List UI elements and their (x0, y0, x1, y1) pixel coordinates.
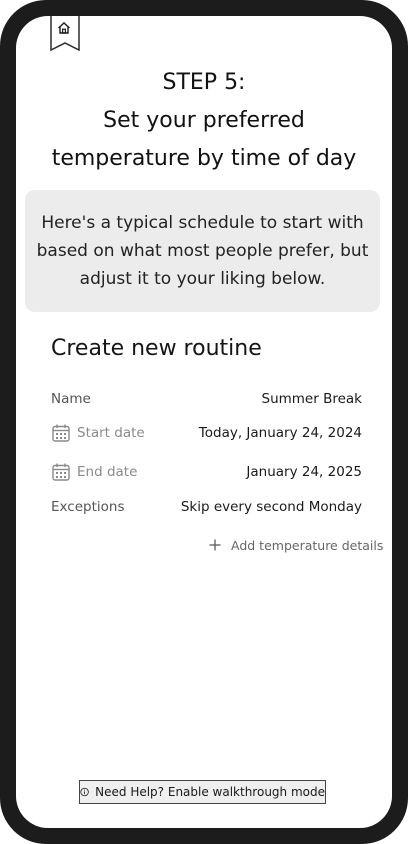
walkthrough-mode-label: Need Help? Enable walkthrough mode (95, 785, 325, 799)
intro-line-1: Here's a typical schedule to start with (41, 213, 364, 233)
exceptions-label: Exceptions (51, 499, 125, 515)
exceptions-value[interactable]: Skip every second Monday (181, 495, 362, 519)
name-label: Name (51, 391, 91, 407)
name-value[interactable]: Summer Break (262, 387, 363, 411)
exceptions-row[interactable]: Exceptions Skip every second Monday (51, 495, 362, 519)
intro-line-2: based on what most people prefer, but (36, 241, 369, 261)
name-row[interactable]: Name Summer Break (51, 387, 362, 411)
add-temperature-details-button[interactable]: Add temperature details (208, 535, 383, 555)
step-label: STEP 5: (162, 70, 246, 95)
calendar-icon[interactable] (51, 462, 71, 482)
start-date-label: Start date (77, 425, 145, 441)
calendar-icon[interactable] (51, 423, 71, 443)
home-icon[interactable] (57, 21, 71, 35)
intro-card: Here's a typical schedule to start with … (25, 190, 380, 312)
title-line-1: Set your preferred (103, 108, 305, 133)
title-line-2: temperature by time of day (51, 146, 357, 171)
page-title: STEP 5: Set your preferred temperature b… (16, 64, 392, 178)
screen: STEP 5: Set your preferred temperature b… (16, 16, 392, 828)
plus-icon (209, 539, 221, 551)
add-temperature-details-label: Add temperature details (231, 537, 384, 553)
intro-line-3: adjust it to your liking below. (79, 269, 326, 289)
walkthrough-mode-button[interactable]: Need Help? Enable walkthrough mode (79, 780, 326, 804)
device-frame: STEP 5: Set your preferred temperature b… (0, 0, 408, 844)
start-date-row[interactable]: Start date Today, January 24, 2024 (51, 421, 362, 445)
end-date-value[interactable]: January 24, 2025 (246, 460, 362, 484)
start-date-value[interactable]: Today, January 24, 2024 (199, 421, 362, 445)
section-title: Create new routine (51, 336, 262, 361)
start-date-label-group: Start date (51, 421, 145, 445)
end-date-label-group: End date (51, 460, 137, 484)
end-date-row[interactable]: End date January 24, 2025 (51, 460, 362, 484)
info-icon (80, 787, 89, 797)
end-date-label: End date (77, 464, 138, 480)
